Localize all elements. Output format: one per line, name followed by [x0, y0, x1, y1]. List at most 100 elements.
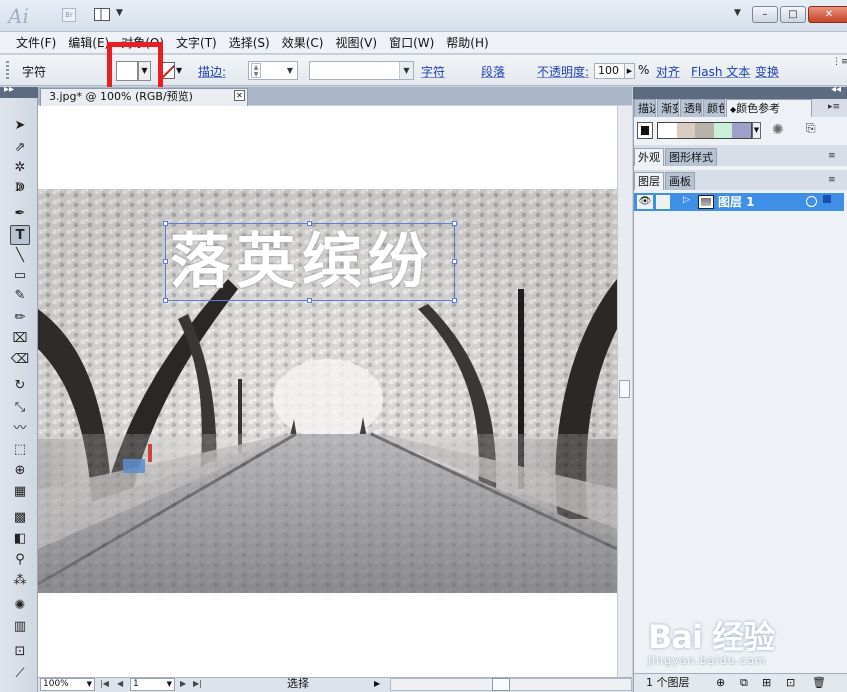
new-sublayer-icon[interactable]: ⊞ — [762, 674, 771, 692]
direct-selection-tool-icon[interactable]: ⇗ — [10, 138, 30, 158]
pencil-tool-icon[interactable]: ✏ — [10, 308, 30, 328]
menu-type[interactable]: 文字(T) — [170, 32, 223, 54]
harmony-swatch[interactable] — [713, 123, 733, 138]
next-artboard-icon[interactable]: ▶ — [180, 679, 186, 688]
gradient-tool-icon[interactable]: ◧ — [10, 529, 30, 549]
target-circle-icon[interactable] — [806, 196, 817, 207]
transform-link[interactable]: 变换 — [755, 63, 779, 80]
close-button[interactable]: ✕ — [808, 6, 847, 23]
opacity-input[interactable]: 100 — [594, 63, 628, 79]
new-layer-icon[interactable]: ⊡ — [786, 674, 795, 692]
color-wheel-icon[interactable]: ✺ — [772, 122, 784, 138]
align-link-text[interactable]: 对齐 — [656, 65, 680, 79]
menu-window[interactable]: 窗口(W) — [383, 32, 440, 54]
selection-handle[interactable] — [163, 221, 168, 226]
harmony-swatch-strip[interactable] — [657, 122, 752, 139]
eraser-tool-icon[interactable]: ⌫ — [10, 350, 30, 370]
column-graph-tool-icon[interactable]: ▥ — [10, 617, 30, 637]
chevron-down-icon[interactable]: ▼ — [116, 8, 123, 18]
rotate-tool-icon[interactable]: ↻ — [10, 376, 30, 396]
font-family-dropdown[interactable]: ▼ — [399, 62, 413, 79]
selection-handle[interactable] — [452, 259, 457, 264]
stroke-dropdown-arrow[interactable]: ▼ — [176, 61, 182, 81]
eyedropper-tool-icon[interactable]: ⚲ — [10, 550, 30, 570]
clipping-mask-icon[interactable]: ⧉ — [740, 674, 748, 692]
restore-button[interactable]: □ — [780, 6, 806, 23]
flash-text-link[interactable]: Flash 文本 — [691, 63, 750, 80]
visibility-eye-icon[interactable]: 👁 — [637, 195, 653, 209]
artboard-tool-icon[interactable]: ⊡ — [10, 642, 30, 662]
slice-tool-icon[interactable]: ⟋ — [10, 664, 30, 684]
blob-brush-tool-icon[interactable]: ⌧ — [10, 329, 30, 349]
last-artboard-icon[interactable]: ▶| — [193, 679, 202, 688]
stroke-weight-spinner[interactable]: ▲ ▼ — [251, 63, 261, 78]
paintbrush-tool-icon[interactable]: ✎ — [10, 286, 30, 306]
paragraph-link-text[interactable]: 段落 — [481, 65, 505, 79]
tab-color-guide[interactable]: ◆颜色参考 — [726, 99, 812, 117]
magic-wand-tool-icon[interactable]: ✲ — [10, 158, 30, 178]
horizontal-scrollbar[interactable] — [390, 678, 632, 691]
panel-menu-icon[interactable]: ≡ — [828, 151, 836, 161]
paragraph-link[interactable]: 段落 — [481, 63, 505, 80]
menu-file[interactable]: 文件(F) — [10, 32, 62, 54]
cherry-blossom-road-image[interactable]: 落英缤纷 — [38, 189, 617, 593]
rectangle-tool-icon[interactable]: ▭ — [10, 266, 30, 286]
mesh-tool-icon[interactable]: ▩ — [10, 508, 30, 528]
opacity-arrow[interactable]: ▶ — [624, 63, 635, 79]
menu-help[interactable]: 帮助(H) — [440, 32, 494, 54]
font-family-field[interactable]: ▼ — [309, 61, 414, 80]
tools-panel-header[interactable]: ▸▸ — [0, 84, 38, 98]
tab-graphic-styles[interactable]: 图形样式 — [665, 148, 717, 166]
selected-text-frame[interactable]: 落英缤纷 — [163, 221, 457, 303]
menu-view[interactable]: 视图(V) — [329, 32, 383, 54]
selection-handle[interactable] — [163, 259, 168, 264]
free-transform-tool-icon[interactable]: ⬚ — [10, 440, 30, 460]
layer-name[interactable]: 图层 1 — [718, 193, 755, 211]
flash-text-link-text[interactable]: Flash 文本 — [691, 65, 750, 79]
stroke-weight-dropdown[interactable]: ▼ — [283, 62, 297, 79]
opacity-label[interactable]: 不透明度: — [537, 63, 589, 80]
chevron-down-icon[interactable]: ▼ — [87, 679, 92, 690]
zoom-level-field[interactable]: 100% ▼ — [40, 678, 95, 691]
line-tool-icon[interactable]: ╲ — [10, 246, 30, 266]
base-color-swatch[interactable] — [637, 122, 653, 139]
blend-tool-icon[interactable]: ⁂ — [10, 571, 30, 591]
vertical-scroll-thumb[interactable] — [619, 380, 630, 398]
close-document-icon[interactable]: ✕ — [234, 90, 245, 101]
tab-appearance[interactable]: 外观 — [634, 148, 664, 166]
first-artboard-icon[interactable]: |◀ — [100, 679, 109, 688]
stroke-label[interactable]: 描边: — [198, 63, 226, 80]
character-link[interactable]: 字符 — [421, 63, 445, 80]
shape-builder-tool-icon[interactable]: ⊕ — [10, 461, 30, 481]
selection-handle[interactable] — [452, 298, 457, 303]
lock-toggle[interactable] — [656, 195, 670, 209]
locate-object-icon[interactable]: ⊕ — [716, 674, 725, 692]
selection-handle[interactable] — [307, 298, 312, 303]
stroke-link[interactable]: 描边: — [198, 65, 226, 79]
arrange-documents-icon[interactable] — [94, 8, 110, 21]
selection-handle[interactable] — [307, 221, 312, 226]
minimize-button[interactable]: – — [752, 6, 778, 23]
align-link[interactable]: 对齐 — [656, 63, 680, 80]
right-panel-header[interactable]: ◂◂ — [633, 84, 847, 99]
selection-handle[interactable] — [452, 221, 457, 226]
horizontal-scroll-thumb[interactable] — [492, 678, 510, 691]
tab-color[interactable]: 颜色 — [703, 99, 725, 117]
opacity-link-text[interactable]: 不透明度: — [537, 65, 589, 79]
expand-layer-icon[interactable]: ▷ — [683, 195, 690, 205]
scale-tool-icon[interactable]: ⤡ — [10, 398, 30, 418]
panel-menu-icon[interactable]: ▸≡ — [828, 102, 840, 112]
delete-layer-icon[interactable]: 🗑 — [812, 674, 826, 692]
tab-layers[interactable]: 图层 — [634, 172, 664, 190]
status-tool-name[interactable]: 选择 — [210, 677, 386, 691]
perspective-grid-tool-icon[interactable]: ▦ — [10, 482, 30, 502]
panel-menu-icon[interactable]: ≡ — [828, 175, 836, 185]
canvas-text[interactable]: 落英缤纷 — [170, 226, 434, 298]
character-link-text[interactable]: 字符 — [421, 65, 445, 79]
harmony-swatch[interactable] — [676, 123, 696, 138]
warp-tool-icon[interactable]: 〰 — [10, 419, 30, 439]
lasso-tool-icon[interactable]: ↇ — [10, 178, 30, 198]
menu-effect[interactable]: 效果(C) — [276, 32, 330, 54]
type-tool-icon[interactable]: T — [10, 225, 30, 245]
harmony-swatch[interactable] — [658, 123, 677, 138]
